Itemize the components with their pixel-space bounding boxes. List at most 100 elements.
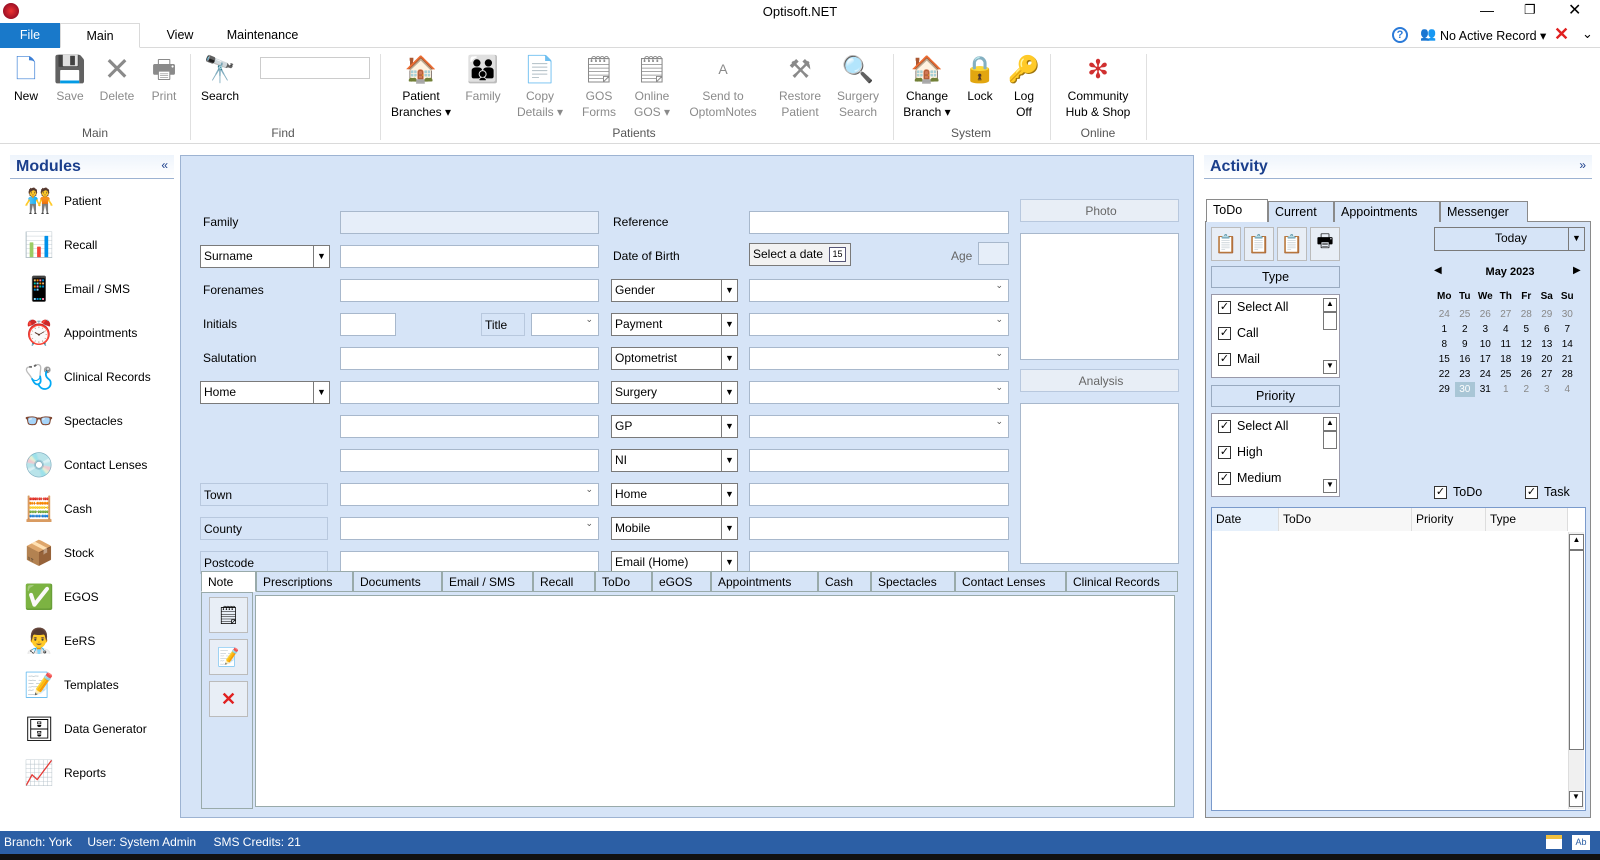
calendar-day[interactable]: 13 <box>1537 337 1558 352</box>
tab-email-sms[interactable]: Email / SMS <box>442 571 533 592</box>
minimize-button[interactable]: — <box>1480 2 1494 18</box>
today-dropdown[interactable]: Today ▼ <box>1434 227 1585 251</box>
delete-note-button[interactable]: ✕ <box>209 681 248 717</box>
calendar-day[interactable]: 10 <box>1475 337 1496 352</box>
scroll-down-button[interactable]: ▼ <box>1323 479 1337 493</box>
dropdown-arrow-icon[interactable]: ▼ <box>721 348 737 369</box>
home-phone-input[interactable] <box>749 483 1009 506</box>
calendar-day[interactable]: 27 <box>1496 307 1517 322</box>
calendar-day[interactable]: 20 <box>1537 352 1558 367</box>
type-checkbox[interactable]: ✓ Select All <box>1218 300 1288 314</box>
scroll-up-button[interactable]: ▲ <box>1569 534 1584 550</box>
module-recall[interactable]: 📊 Recall <box>22 227 97 263</box>
column-header-priority[interactable]: Priority <box>1412 508 1486 531</box>
forenames-input[interactable] <box>340 279 599 302</box>
calendar-day[interactable]: 2 <box>1455 322 1476 337</box>
calendar-day[interactable]: 4 <box>1557 382 1578 397</box>
payment-dropdown[interactable]: ⌄ <box>749 313 1009 336</box>
new-todo-button[interactable]: 📋 <box>1211 227 1241 261</box>
activity-tab-current[interactable]: Current <box>1268 201 1334 222</box>
toggle-todo[interactable]: ✓ ToDo <box>1434 485 1482 499</box>
calendar-day[interactable]: 28 <box>1557 367 1578 382</box>
ni-combo[interactable]: NI ▼ <box>611 449 738 472</box>
dropdown-arrow-icon[interactable]: ▼ <box>313 246 329 267</box>
complete-todo-button[interactable]: 📋 <box>1277 227 1307 261</box>
scrollbar-thumb[interactable] <box>1569 550 1584 750</box>
surname-combo[interactable]: Surname ▼ <box>200 245 330 268</box>
active-record-dropdown[interactable]: No Active Record ▾ <box>1440 28 1546 43</box>
patient-branches-button[interactable]: 🏠 Patient Branches ▾ <box>390 52 452 120</box>
collapse-modules-button[interactable]: « <box>161 158 168 172</box>
calendar-day[interactable]: 25 <box>1496 367 1517 382</box>
tab-contact-lenses[interactable]: Contact Lenses <box>955 571 1066 592</box>
search-button[interactable]: 🔭 Search <box>198 52 242 104</box>
optometrist-combo[interactable]: Optometrist ▼ <box>611 347 738 370</box>
copy-details-button[interactable]: 📄 Copy Details ▾ <box>512 52 568 120</box>
surgery-search-button[interactable]: 🔍 Surgery Search <box>830 52 886 120</box>
age-input[interactable] <box>978 242 1009 265</box>
online-gos-button[interactable]: 🗒 Online GOS ▾ <box>628 52 676 120</box>
activity-tab-appointments[interactable]: Appointments <box>1334 201 1440 222</box>
calendar-day[interactable]: 24 <box>1475 367 1496 382</box>
scrollbar-thumb[interactable] <box>1323 312 1337 330</box>
address-line-2-input[interactable] <box>340 415 599 438</box>
window-layout-icon[interactable] <box>1546 835 1562 849</box>
priority-checkbox[interactable]: ✓ High <box>1218 445 1263 459</box>
priority-checkbox[interactable]: ✓ Medium <box>1218 471 1281 485</box>
gp-dropdown[interactable]: ⌄ <box>749 415 1009 438</box>
calendar-day[interactable]: 21 <box>1557 352 1578 367</box>
delete-todo-button[interactable]: 📋 <box>1244 227 1274 261</box>
calendar-day[interactable]: 16 <box>1455 352 1476 367</box>
surname-input[interactable] <box>340 245 599 268</box>
module-clinical-records[interactable]: 🩺 Clinical Records <box>22 359 151 395</box>
calendar-day[interactable]: 12 <box>1516 337 1537 352</box>
module-stock[interactable]: 📦 Stock <box>22 535 94 571</box>
tab-spectacles[interactable]: Spectacles <box>871 571 955 592</box>
calendar-day[interactable]: 1 <box>1496 382 1517 397</box>
type-checkbox[interactable]: ✓ Mail <box>1218 352 1260 366</box>
module-cash[interactable]: 🧮 Cash <box>22 491 92 527</box>
scroll-down-button[interactable]: ▼ <box>1323 360 1337 374</box>
next-month-button[interactable]: ▶ <box>1573 265 1581 276</box>
priority-header[interactable]: Priority <box>1211 385 1340 407</box>
calendar-day[interactable]: 30 <box>1557 307 1578 322</box>
calendar-day[interactable]: 26 <box>1475 307 1496 322</box>
print-todo-button[interactable]: 🖶 <box>1310 227 1340 261</box>
home-phone-combo[interactable]: Home ▼ <box>611 483 738 506</box>
column-header-todo[interactable]: ToDo <box>1279 508 1412 531</box>
tab-documents[interactable]: Documents <box>353 571 442 592</box>
dropdown-arrow-icon[interactable]: ▼ <box>721 552 737 573</box>
calendar-day[interactable]: 19 <box>1516 352 1537 367</box>
calendar-day[interactable]: 18 <box>1496 352 1517 367</box>
title-dropdown[interactable]: ⌄ <box>531 313 599 336</box>
dropdown-arrow-icon[interactable]: ▼ <box>721 280 737 301</box>
calendar-icon[interactable]: 15 <box>829 247 846 262</box>
type-header[interactable]: Type <box>1211 266 1340 288</box>
gp-combo[interactable]: GP ▼ <box>611 415 738 438</box>
save-button[interactable]: 💾 Save <box>52 52 88 104</box>
calendar-day[interactable]: 23 <box>1455 367 1476 382</box>
find-input[interactable] <box>260 57 370 79</box>
module-contact-lenses[interactable]: 💿 Contact Lenses <box>22 447 147 483</box>
delete-button[interactable]: ✕ Delete <box>96 52 138 104</box>
tab-appointments[interactable]: Appointments <box>711 571 818 592</box>
module-spectacles[interactable]: 👓 Spectacles <box>22 403 123 439</box>
scroll-down-button[interactable]: ▼ <box>1569 791 1583 807</box>
reference-input[interactable] <box>749 211 1009 234</box>
calendar-day[interactable]: 22 <box>1434 367 1455 382</box>
analysis-button[interactable]: Analysis <box>1020 369 1179 392</box>
send-to-optomnotes-button[interactable]: A Send to OptomNotes <box>684 52 762 120</box>
calendar-day[interactable]: 3 <box>1537 382 1558 397</box>
surgery-combo[interactable]: Surgery ▼ <box>611 381 738 404</box>
tab-prescriptions[interactable]: Prescriptions <box>256 571 353 592</box>
salutation-input[interactable] <box>340 347 599 370</box>
optometrist-dropdown[interactable]: ⌄ <box>749 347 1009 370</box>
dropdown-arrow-icon[interactable]: ▼ <box>721 314 737 335</box>
dropdown-arrow-icon[interactable]: ▼ <box>721 450 737 471</box>
calendar-day[interactable]: 9 <box>1455 337 1476 352</box>
tab-todo[interactable]: ToDo <box>595 571 652 592</box>
calendar-day[interactable]: 6 <box>1537 322 1558 337</box>
calendar-day[interactable]: 25 <box>1455 307 1476 322</box>
activity-tab-messenger[interactable]: Messenger <box>1440 201 1528 222</box>
calendar-day[interactable]: 8 <box>1434 337 1455 352</box>
